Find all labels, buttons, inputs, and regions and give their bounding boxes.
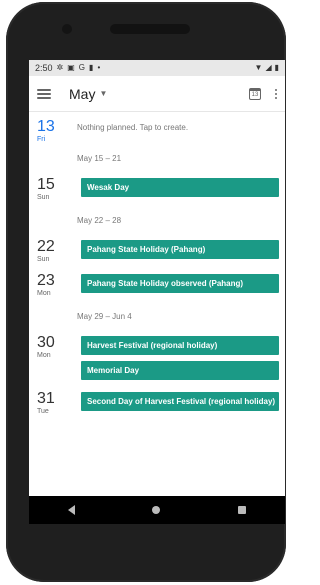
day-weekday: Fri bbox=[37, 136, 46, 143]
day-row: 30 Mon Harvest Festival (regional holida… bbox=[29, 334, 285, 380]
event-chip[interactable]: Pahang State Holiday observed (Pahang) bbox=[81, 274, 279, 293]
event-chip[interactable]: Memorial Day bbox=[81, 361, 279, 380]
today-calendar-date: 13 bbox=[251, 91, 259, 98]
day-row: 22 Sun Pahang State Holiday (Pahang) bbox=[29, 238, 285, 264]
day-row: 15 Sun Wesak Day bbox=[29, 176, 285, 202]
sd-card-icon: ▮ bbox=[89, 63, 94, 72]
day-weekday: Mon bbox=[37, 290, 51, 297]
signal-icon: ◢ bbox=[265, 63, 272, 72]
day-weekday: Tue bbox=[37, 408, 49, 415]
day-header: 15 Sun bbox=[37, 176, 69, 202]
back-icon[interactable] bbox=[67, 505, 75, 515]
speaker-grille bbox=[110, 24, 190, 34]
status-bar: 2:50 ✲ ▣ G ▮ • ▼ ◢ ▮ bbox=[29, 60, 285, 76]
event-chip[interactable]: Harvest Festival (regional holiday) bbox=[81, 336, 279, 355]
event-chip[interactable]: Wesak Day bbox=[81, 178, 279, 197]
day-weekday: Sun bbox=[37, 194, 50, 201]
today-row[interactable]: 13 Fri Nothing planned. Tap to create. bbox=[29, 112, 285, 146]
google-icon: G bbox=[78, 63, 86, 72]
event-chip[interactable]: Second Day of Harvest Festival (regional… bbox=[81, 392, 279, 411]
event-chip[interactable]: Pahang State Holiday (Pahang) bbox=[81, 240, 279, 259]
hamburger-menu-icon[interactable] bbox=[37, 88, 51, 99]
dot-icon: • bbox=[97, 63, 101, 72]
nothing-planned-text[interactable]: Nothing planned. Tap to create. bbox=[77, 123, 188, 146]
day-header: 31 Tue bbox=[37, 390, 69, 416]
day-number: 22 bbox=[37, 238, 55, 255]
settings-icon: ✲ bbox=[56, 63, 64, 72]
week-label: May 15 – 21 bbox=[77, 154, 122, 163]
day-number: 23 bbox=[37, 272, 55, 289]
android-nav-bar bbox=[29, 496, 285, 524]
wifi-icon: ▼ bbox=[254, 63, 263, 72]
day-row: 23 Mon Pahang State Holiday observed (Pa… bbox=[29, 272, 285, 298]
home-icon[interactable] bbox=[152, 506, 161, 514]
day-number: 15 bbox=[37, 176, 55, 193]
front-camera bbox=[62, 24, 72, 34]
photo-icon: ▣ bbox=[67, 63, 75, 72]
battery-icon: ▮ bbox=[274, 63, 279, 72]
day-header: 22 Sun bbox=[37, 238, 69, 264]
day-header: 30 Mon bbox=[37, 334, 69, 360]
chevron-down-icon[interactable]: ▼ bbox=[99, 89, 107, 98]
day-number: 30 bbox=[37, 334, 55, 351]
day-number: 13 bbox=[37, 118, 55, 135]
day-header: 23 Mon bbox=[37, 272, 69, 298]
week-label: May 29 – Jun 4 bbox=[77, 312, 132, 321]
status-time: 2:50 bbox=[35, 63, 53, 73]
day-row: 31 Tue Second Day of Harvest Festival (r… bbox=[29, 390, 285, 416]
recents-icon[interactable] bbox=[238, 506, 247, 514]
schedule-list: 13 Fri Nothing planned. Tap to create. M… bbox=[29, 112, 285, 524]
phone-frame: 2:50 ✲ ▣ G ▮ • ▼ ◢ ▮ May ▼ 13 13 Fri Not… bbox=[6, 2, 286, 582]
day-weekday: Sun bbox=[37, 256, 50, 263]
month-title[interactable]: May bbox=[69, 86, 95, 102]
day-weekday: Mon bbox=[37, 352, 51, 359]
today-calendar-icon[interactable]: 13 bbox=[249, 87, 261, 100]
day-header: 13 Fri bbox=[37, 118, 69, 146]
app-bar: May ▼ 13 bbox=[29, 76, 285, 112]
day-number: 31 bbox=[37, 390, 55, 407]
week-label: May 22 – 28 bbox=[77, 216, 122, 225]
screen: 2:50 ✲ ▣ G ▮ • ▼ ◢ ▮ May ▼ 13 13 Fri Not… bbox=[29, 60, 285, 524]
more-vert-icon[interactable] bbox=[275, 88, 277, 99]
